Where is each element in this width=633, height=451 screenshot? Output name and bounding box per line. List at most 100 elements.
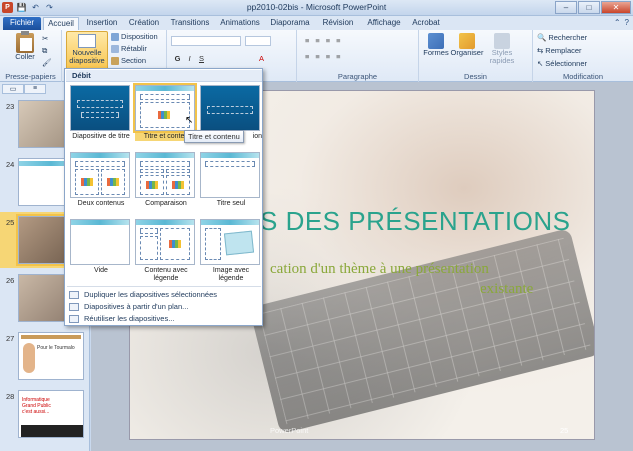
bold-button[interactable]: G — [173, 54, 182, 63]
select-button[interactable]: ↖ Sélectionner — [537, 59, 587, 68]
maximize-button[interactable]: □ — [578, 1, 600, 14]
clipboard-group: Coller ✂ ⧉ 🖌 Presse-papiers — [0, 30, 62, 82]
thumb-text: Pour le Tourmalo — [37, 345, 75, 351]
arrange-icon — [459, 33, 475, 49]
layout-label: Disposition — [121, 32, 158, 41]
paste-label: Coller — [15, 52, 35, 61]
layout-label: Deux contenus — [77, 200, 125, 207]
layout-thumbnail — [200, 219, 260, 265]
tab-creation[interactable]: Création — [124, 17, 164, 30]
select-label: Sélectionner — [545, 59, 587, 68]
layout-label: Titre seul — [216, 200, 246, 207]
command-label: Réutiliser les diapositives... — [84, 314, 175, 323]
gallery-header: Débit — [66, 70, 262, 82]
layout-title-only[interactable]: Titre seul — [200, 152, 262, 208]
tab-acrobat[interactable]: Acrobat — [408, 17, 444, 30]
reset-button[interactable]: Rétablir — [111, 44, 147, 53]
thumb-number: 27 — [6, 334, 15, 343]
layout-icon — [111, 32, 119, 41]
thumb-number: 28 — [6, 392, 15, 401]
font-name-input[interactable] — [171, 36, 241, 46]
reuse-slides-command[interactable]: Réutiliser les diapositives... — [69, 314, 174, 323]
ribbon-tabs: Fichier Accueil Insertion Création Trans… — [0, 16, 633, 30]
paragraph-group: ≡≡≡≡ ≡≡≡≡ Paragraphe — [297, 30, 419, 82]
new-slide-button[interactable]: Nouvelle diapositive — [66, 31, 108, 71]
slide-subtitle-line2[interactable]: existante — [480, 281, 533, 298]
quick-styles-label: Styles rapides — [489, 48, 515, 65]
font-color-button[interactable]: A — [257, 54, 266, 63]
slide-title[interactable]: S DES PRÉSENTATIONS — [260, 206, 570, 237]
section-button[interactable]: Section — [111, 56, 146, 65]
replace-button[interactable]: ⇆ Remplacer — [537, 46, 582, 55]
shapes-button[interactable]: Formes — [421, 33, 451, 57]
duplicate-slides-command[interactable]: Dupliquer les diapositives sélectionnées — [69, 290, 217, 299]
new-slide-gallery: Débit Diapositive de titre Titre et cont… — [64, 68, 263, 326]
tab-fichier[interactable]: Fichier — [3, 17, 41, 30]
clipboard-icon — [16, 31, 34, 53]
tab-insertion[interactable]: Insertion — [82, 17, 122, 30]
layout-thumbnail — [70, 152, 130, 198]
quick-styles-icon — [494, 33, 510, 49]
duplicate-icon — [69, 290, 79, 299]
minimize-ribbon-icon[interactable]: ⌃ — [614, 18, 621, 27]
close-button[interactable]: ✕ — [601, 1, 631, 14]
slide-page-number: 25 — [560, 426, 569, 435]
quick-styles-button[interactable]: Styles rapides — [485, 33, 519, 65]
slide-thumbnail[interactable]: Informatique Grand Public c'est aussi... — [18, 390, 84, 438]
outline-tab-icon[interactable]: ≡ — [24, 84, 46, 94]
layout-thumbnail — [200, 85, 260, 131]
layout-thumbnail — [200, 152, 260, 198]
underline-button[interactable]: S — [197, 54, 206, 63]
find-button[interactable]: 🔍 Rechercher — [537, 33, 587, 42]
layout-label: Image avec légende — [212, 267, 250, 282]
layout-label: Vide — [94, 267, 108, 274]
tab-affichage[interactable]: Affichage — [362, 17, 406, 30]
layout-content-caption[interactable]: Contenu avec légende — [135, 219, 197, 283]
picture-placeholder-icon — [223, 230, 255, 256]
slides-tab-icon[interactable]: ▭ — [2, 84, 24, 94]
new-slide-icon — [78, 34, 96, 48]
format-painter-icon[interactable]: 🖌 — [42, 58, 52, 67]
tooltip: Titre et contenu — [184, 130, 244, 143]
slides-from-outline-command[interactable]: Diapositives à partir d'un plan... — [69, 302, 188, 311]
layout-blank[interactable]: Vide — [70, 219, 132, 275]
clipboard-group-label: Presse-papiers — [5, 72, 56, 81]
command-label: Diapositives à partir d'un plan... — [84, 302, 189, 311]
arrange-button[interactable]: Organiser — [449, 33, 485, 57]
font-size-input[interactable] — [245, 36, 271, 46]
copy-icon[interactable]: ⧉ — [42, 46, 47, 56]
cut-icon[interactable]: ✂ — [42, 34, 48, 43]
layout-comparison[interactable]: Comparaison — [135, 152, 197, 208]
section-icon — [111, 56, 119, 65]
slide-subtitle[interactable]: cation d'un thème à une présentation — [270, 261, 489, 278]
tab-accueil[interactable]: Accueil — [43, 17, 79, 30]
tab-diaporama[interactable]: Diaporama — [267, 17, 313, 30]
tab-revision[interactable]: Révision — [316, 17, 360, 30]
align-buttons-icon[interactable]: ≡≡≡≡ — [305, 52, 347, 61]
layout-two-content[interactable]: Deux contenus — [70, 152, 132, 208]
list-buttons-icon[interactable]: ≡≡≡≡ — [305, 36, 347, 45]
layout-label: Diapositive de titre — [72, 133, 130, 140]
replace-icon: ⇆ — [537, 46, 544, 55]
tab-transitions[interactable]: Transitions — [167, 17, 213, 30]
paste-button[interactable]: Coller — [10, 31, 40, 61]
italic-button[interactable]: I — [185, 54, 194, 63]
title-bar: P 💾 ↶ ↷ pp2010-02bis - Microsoft PowerPo… — [0, 0, 633, 16]
new-slide-label: Nouvelle diapositive — [69, 48, 105, 65]
layout-thumbnail — [135, 152, 195, 198]
reuse-icon — [69, 314, 79, 323]
layout-picture-caption[interactable]: Image avec légende — [200, 219, 262, 283]
layout-title-slide[interactable]: Diapositive de titre — [70, 85, 132, 141]
replace-label: Remplacer — [545, 46, 582, 55]
outline-icon — [69, 302, 79, 311]
layout-button[interactable]: Disposition — [111, 32, 158, 41]
tab-animations[interactable]: Animations — [216, 17, 264, 30]
section-label: Section — [121, 56, 147, 65]
help-icon[interactable]: ? — [625, 18, 629, 27]
layout-thumbnail — [70, 219, 130, 265]
minimize-button[interactable]: – — [555, 1, 577, 14]
slide-thumbnail[interactable]: Pour le Tourmalo — [18, 332, 84, 380]
arrange-label: Organiser — [450, 48, 484, 57]
thumb-number: 24 — [6, 160, 15, 169]
layout-label: Contenu avec légende — [144, 267, 188, 282]
